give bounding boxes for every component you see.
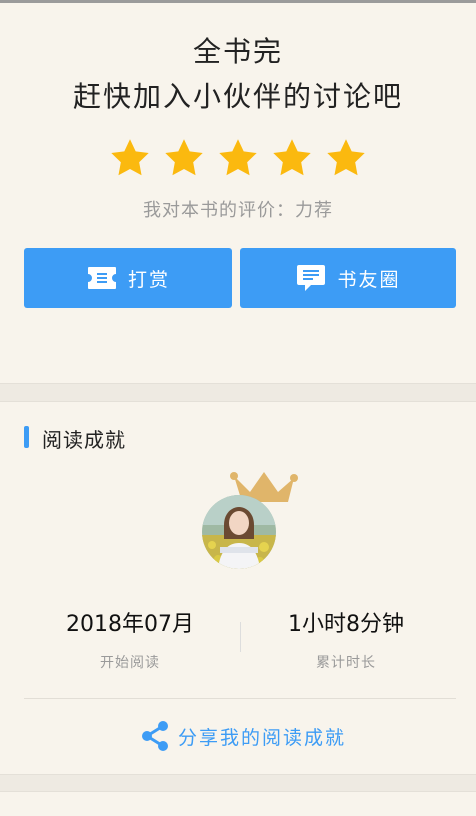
next-card bbox=[0, 792, 476, 816]
reward-label: 打赏 bbox=[127, 268, 170, 291]
completion-title: 全书完 bbox=[192, 35, 283, 68]
star-icon[interactable] bbox=[270, 136, 314, 180]
section-accent-bar bbox=[24, 426, 29, 448]
start-reading-stat: 2018年07月 开始阅读 bbox=[30, 606, 230, 672]
chat-bubble-icon bbox=[297, 265, 326, 291]
share-divider bbox=[24, 698, 456, 699]
star-icon[interactable] bbox=[216, 136, 260, 180]
rating-stars[interactable] bbox=[108, 136, 368, 180]
user-avatar[interactable] bbox=[202, 495, 276, 569]
share-label: 分享我的阅读成就 bbox=[178, 726, 347, 749]
stat-separator bbox=[240, 622, 241, 652]
start-date-label: 开始阅读 bbox=[100, 655, 160, 671]
total-time-label: 累计时长 bbox=[316, 655, 376, 671]
ticket-icon bbox=[87, 267, 116, 289]
rating-text: 我对本书的评价：力荐 bbox=[143, 200, 333, 221]
achievement-title: 阅读成就 bbox=[42, 428, 126, 452]
book-circle-label: 书友圈 bbox=[337, 268, 401, 291]
section-divider bbox=[0, 774, 476, 792]
reward-button[interactable]: 打赏 bbox=[24, 248, 232, 308]
star-icon[interactable] bbox=[108, 136, 152, 180]
discussion-prompt: 赶快加入小伙伴的讨论吧 bbox=[72, 80, 403, 113]
book-circle-button[interactable]: 书友圈 bbox=[240, 248, 456, 308]
total-time-value: 1小时8分钟 bbox=[288, 612, 404, 637]
start-date-value: 2018年07月 bbox=[66, 612, 194, 637]
total-time-stat: 1小时8分钟 累计时长 bbox=[246, 606, 446, 672]
star-icon[interactable] bbox=[162, 136, 206, 180]
achievement-card bbox=[0, 402, 476, 774]
share-achievement-button[interactable]: 分享我的阅读成就 bbox=[140, 720, 346, 752]
section-divider bbox=[0, 383, 476, 402]
share-icon bbox=[142, 721, 168, 751]
star-icon[interactable] bbox=[324, 136, 368, 180]
